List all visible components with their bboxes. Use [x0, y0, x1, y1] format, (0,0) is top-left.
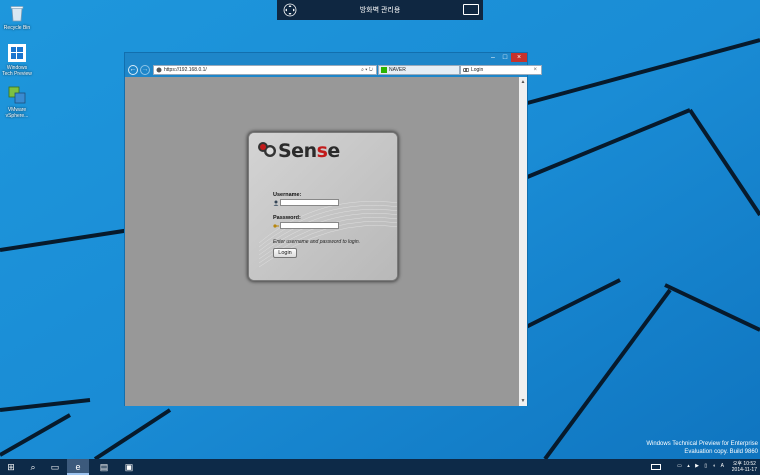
desktop-icon-label: VMware vSphere...: [5, 107, 29, 119]
desktop-icon-recycle-bin[interactable]: Recycle Bin: [2, 4, 32, 31]
back-button[interactable]: ←: [128, 65, 138, 75]
browser-window: – □ × ← → https://192.168.0.1/ ⌕ ▾ ↻ NAV…: [124, 52, 542, 406]
close-tab-icon[interactable]: ×: [533, 66, 537, 75]
start-button[interactable]: ⊞: [0, 459, 22, 475]
system-tray[interactable]: ▭ ▴ ▶ ▯ ◖ A: [677, 463, 726, 469]
vertical-scrollbar[interactable]: ▲ ▼: [519, 77, 527, 406]
keyboard-icon[interactable]: [463, 4, 479, 15]
close-button[interactable]: ×: [511, 53, 527, 62]
touch-keyboard-icon[interactable]: [651, 464, 661, 470]
desktop-icon-vsphere[interactable]: VMware vSphere...: [2, 86, 32, 119]
logo-text-part: Sen: [278, 140, 317, 162]
watermark-line2: Evaluation copy. Build 9860: [684, 449, 758, 455]
forward-button[interactable]: →: [140, 65, 150, 75]
pfsense-logo-icon: [258, 142, 276, 157]
evaluation-watermark: Windows Technical Preview for Enterprise…: [646, 440, 758, 456]
browser-nav-bar: ← → https://192.168.0.1/ ⌕ ▾ ↻ NAVER Log…: [125, 63, 542, 77]
scroll-up-icon[interactable]: ▲: [519, 79, 527, 85]
taskbar: ⊞ ⌕ ▭ e ▤ ▣ ▭ ▴ ▶ ▯ ◖ A 오후 10:52 2014-11…: [0, 459, 760, 475]
internet-explorer-taskbar-button[interactable]: e: [67, 459, 89, 475]
windows-icon: [8, 44, 26, 62]
page-viewport: Sense Username: Password: Enter username…: [125, 77, 520, 406]
desktop-icon-label: Recycle Bin: [3, 25, 31, 31]
browser-toolbar-icons[interactable]: ⌂★⚙: [498, 65, 524, 73]
vsphere-icon: [8, 86, 26, 104]
address-bar[interactable]: https://192.168.0.1/ ⌕ ▾ ↻: [153, 65, 377, 75]
minimize-button[interactable]: –: [487, 53, 499, 62]
watermark-line1: Windows Technical Preview for Enterprise: [646, 441, 758, 447]
desktop-icon-windows-preview[interactable]: Windows Tech Preview: [2, 44, 32, 77]
logo-text-accent: s: [316, 140, 328, 162]
window-caption-bar: – □ ×: [125, 53, 527, 63]
password-input[interactable]: [280, 222, 339, 229]
remote-session-bar: 방화벽 관리용: [277, 0, 483, 20]
store-taskbar-button[interactable]: ▣: [118, 459, 140, 475]
password-label: Password:: [273, 215, 301, 221]
maximize-button[interactable]: □: [499, 53, 511, 62]
login-hint: Enter username and password to login.: [273, 239, 360, 245]
logo-text-part: e: [327, 140, 340, 162]
recycle-bin-icon: [10, 6, 24, 22]
naver-icon: [381, 67, 387, 73]
task-view-button[interactable]: ▭: [44, 459, 66, 475]
tab-label: NAVER: [389, 67, 406, 73]
login-button[interactable]: Login: [273, 248, 297, 258]
pfsense-icon: [463, 67, 469, 73]
tab-label: Login: [471, 67, 484, 73]
user-icon: [273, 200, 279, 206]
clock-date: 2014-11-17: [731, 467, 757, 473]
search-button[interactable]: ⌕: [22, 459, 44, 475]
username-input[interactable]: [280, 199, 339, 206]
site-icon: [156, 67, 162, 73]
login-card: Sense Username: Password: Enter username…: [248, 132, 398, 281]
taskbar-clock[interactable]: 오후 10:52 2014-11-17: [732, 461, 757, 473]
key-icon: [273, 224, 279, 228]
address-tools[interactable]: ⌕ ▾ ↻: [361, 66, 373, 74]
scroll-down-icon[interactable]: ▼: [519, 398, 527, 404]
desktop-icon-label: Windows Tech Preview: [2, 65, 32, 77]
username-label: Username:: [273, 192, 302, 198]
pfsense-logo-text: Sense: [278, 140, 340, 162]
address-url: https://192.168.0.1/: [164, 67, 207, 73]
file-explorer-taskbar-button[interactable]: ▤: [93, 459, 115, 475]
remote-session-title: 방화벽 관리용: [359, 7, 401, 14]
tab-naver[interactable]: NAVER: [378, 65, 460, 75]
